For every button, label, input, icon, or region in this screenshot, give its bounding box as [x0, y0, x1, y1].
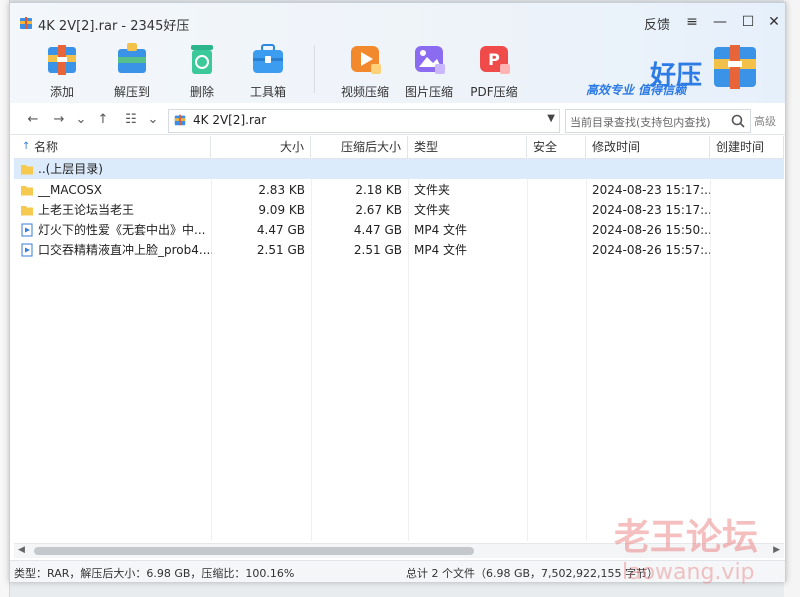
forward-arrow-icon[interactable]: →	[50, 111, 68, 129]
table-row[interactable]: 口交吞精精液直冲上脸_prob4.... 2.51 GB 2.51 GB MP4…	[14, 240, 784, 260]
archive-file-icon	[174, 114, 186, 126]
table-row[interactable]: ..(上层目录)	[14, 159, 784, 179]
scrollbar-thumb[interactable]	[34, 547, 474, 555]
brand-slogan: 高效专业 值得信赖	[586, 83, 687, 97]
up-arrow-icon[interactable]: ↑	[94, 111, 112, 129]
column-header: ↑ 名称 大小 压缩后大小 类型 安全 修改时间 创建时间	[14, 136, 784, 159]
image-compress-button[interactable]: 图片压缩	[399, 37, 459, 101]
pdf-compress-label: PDF压缩	[470, 85, 518, 99]
row-modified: 2024-08-23 15:17:...	[592, 183, 710, 197]
video-compress-button[interactable]: 视频压缩	[335, 37, 395, 101]
svg-text:P: P	[488, 50, 500, 69]
table-row[interactable]: 上老王论坛当老王 9.09 KB 2.67 KB 文件夹 2024-08-23 …	[14, 200, 784, 220]
column-name-label: 名称	[34, 140, 59, 154]
status-total-info: 总计 2 个文件（6.98 GB，7,502,922,155 字节）	[406, 567, 659, 580]
menu-button[interactable]: ≡	[680, 11, 704, 33]
brand-logo-icon	[714, 45, 756, 89]
row-size: 2.83 KB	[258, 183, 305, 197]
row-packed-size: 2.18 KB	[355, 183, 402, 197]
minimize-button[interactable]: —	[708, 11, 732, 33]
address-bar: ← → ⌄ ↑ ☷ ⌄ 4K 2V[2].rar ▼ 当前目录查找(支持包内查找…	[10, 106, 785, 135]
sort-up-icon: ↑	[22, 141, 31, 152]
row-name: __MACOSX	[38, 183, 103, 197]
row-name: 口交吞精精液直冲上脸_prob4....	[38, 243, 212, 257]
advanced-search-link[interactable]: 高级	[754, 113, 776, 129]
column-packed-size[interactable]: 压缩后大小	[311, 136, 408, 158]
pdf-compress-icon: P	[480, 46, 510, 74]
tools-label: 工具箱	[249, 85, 286, 99]
history-chevron-icon[interactable]: ⌄	[72, 111, 90, 129]
path-dropdown-icon[interactable]: ▼	[547, 113, 555, 124]
view-chevron-icon[interactable]: ⌄	[144, 111, 162, 129]
row-modified: 2024-08-26 15:57:...	[592, 243, 710, 257]
watermark-url: laowang.vip	[622, 560, 755, 585]
pdf-compress-button[interactable]: P PDF压缩	[464, 37, 524, 101]
maximize-button[interactable]: ☐	[736, 11, 760, 33]
back-arrow-icon[interactable]: ←	[24, 111, 42, 129]
row-packed-size: 2.51 GB	[353, 243, 402, 257]
column-name[interactable]: ↑ 名称	[14, 136, 211, 158]
toolbar-separator	[314, 45, 315, 93]
watermark-title: 老王论坛	[614, 517, 759, 558]
search-icon[interactable]	[730, 113, 746, 129]
app-window: 4K 2V[2].rar - 2345好压 反馈 ≡ — ☐ ✕ 添加 解压到	[9, 2, 786, 582]
video-compress-label: 视频压缩	[340, 85, 389, 99]
delete-label: 删除	[189, 85, 214, 99]
row-size: 9.09 KB	[258, 203, 305, 217]
row-name: 灯火下的性爱《无套中出》中...	[38, 223, 206, 237]
row-size: 2.51 GB	[256, 243, 305, 257]
path-text: 4K 2V[2].rar	[193, 113, 267, 127]
column-security[interactable]: 安全	[527, 136, 586, 158]
path-input[interactable]: 4K 2V[2].rar ▼	[168, 109, 560, 133]
delete-button[interactable]: 删除	[172, 37, 232, 101]
column-type[interactable]: 类型	[408, 136, 527, 158]
row-name: 上老王论坛当老王	[38, 203, 135, 217]
extract-label: 解压到	[113, 85, 150, 99]
add-archive-icon	[48, 45, 76, 75]
view-list-icon[interactable]: ☷	[122, 111, 140, 129]
row-name: ..(上层目录)	[38, 162, 103, 176]
row-type: 文件夹	[414, 203, 451, 217]
row-modified: 2024-08-23 15:17:...	[592, 203, 710, 217]
close-button[interactable]: ✕	[762, 11, 786, 33]
image-compress-icon	[415, 46, 445, 74]
extract-button[interactable]: 解压到	[102, 37, 162, 101]
row-size: 4.47 GB	[256, 223, 305, 237]
add-button[interactable]: 添加	[32, 37, 92, 101]
column-modified[interactable]: 修改时间	[586, 136, 710, 158]
haozip-app-icon	[20, 17, 32, 29]
image-compress-label: 图片压缩	[404, 85, 453, 99]
search-placeholder: 当前目录查找(支持包内查找)	[570, 116, 711, 129]
search-input[interactable]: 当前目录查找(支持包内查找)	[565, 109, 751, 133]
tools-button[interactable]: 工具箱	[238, 37, 298, 101]
row-packed-size: 4.47 GB	[353, 223, 402, 237]
ribbon-area: 4K 2V[2].rar - 2345好压 反馈 ≡ — ☐ ✕ 添加 解压到	[10, 3, 785, 103]
scroll-right-icon[interactable]: ▶	[773, 545, 780, 555]
video-compress-icon	[351, 46, 381, 74]
background-window-right	[784, 0, 800, 597]
row-type: 文件夹	[414, 183, 451, 197]
row-type: MP4 文件	[414, 243, 468, 257]
toolbox-icon	[253, 44, 283, 73]
scroll-left-icon[interactable]: ◀	[18, 545, 25, 555]
row-packed-size: 2.67 KB	[355, 203, 402, 217]
table-row[interactable]: 灯火下的性爱《无套中出》中... 4.47 GB 4.47 GB MP4 文件 …	[14, 220, 784, 240]
recycle-bin-icon	[191, 45, 213, 74]
file-list: ↑ 名称 大小 压缩后大小 类型 安全 修改时间 创建时间 ..(上层目录) _…	[14, 136, 784, 541]
status-archive-info: 类型：RAR，解压后大小：6.98 GB，压缩比：100.16%	[14, 567, 295, 580]
table-row[interactable]: __MACOSX 2.83 KB 2.18 KB 文件夹 2024-08-23 …	[14, 180, 784, 200]
window-title: 4K 2V[2].rar - 2345好压	[38, 19, 190, 34]
extract-icon	[118, 43, 146, 73]
row-modified: 2024-08-26 15:50:...	[592, 223, 710, 237]
row-type: MP4 文件	[414, 223, 468, 237]
column-created[interactable]: 创建时间	[710, 136, 784, 158]
column-size[interactable]: 大小	[211, 136, 311, 158]
feedback-link[interactable]: 反馈	[644, 14, 670, 33]
add-label: 添加	[49, 85, 74, 99]
